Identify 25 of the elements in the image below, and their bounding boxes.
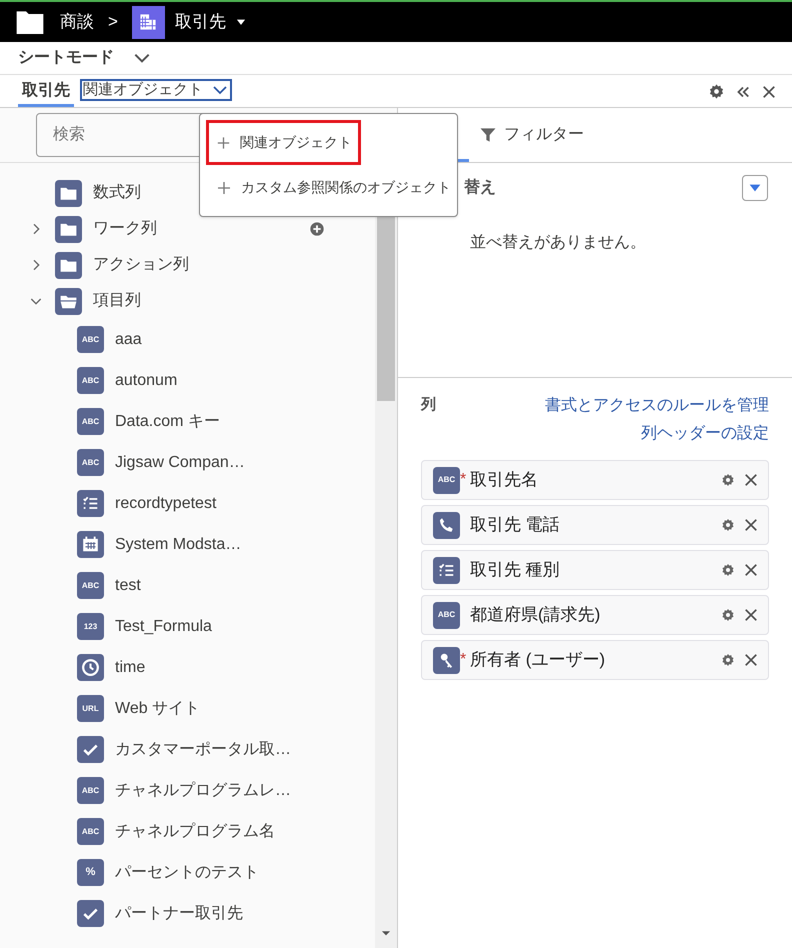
column-name: 取引先 種別 (470, 559, 560, 582)
column-name: 取引先 電話 (470, 514, 560, 536)
page-title: 取引先 (174, 11, 226, 34)
mode-label: シートモード (18, 48, 114, 68)
section-heading: 列 (421, 395, 436, 415)
field-type-icon: ABC (77, 367, 104, 394)
field-type-icon: ABC (77, 449, 104, 476)
field-type-icon: ABC (77, 408, 104, 435)
breadcrumb-separator: > (108, 11, 118, 34)
field-type-icon: ABC (77, 818, 104, 845)
field-type-icon: 123 (77, 613, 104, 640)
column-name: 都道府県(請求先) (470, 604, 600, 626)
required-mark: * (460, 472, 468, 488)
field-type-icon: ABC (77, 326, 104, 353)
field-type-icon: % (77, 859, 104, 886)
column-name: 取引先名 (470, 469, 538, 492)
field-type-icon: URL (77, 695, 104, 722)
field-type-icon: ABC (433, 466, 460, 494)
field-type-icon: ABC (77, 572, 104, 599)
field-type-icon: ABC (433, 602, 460, 628)
empty-message: 並べ替えがありません。 (469, 232, 647, 253)
column-name: 所有者 (ユーザー) (470, 649, 606, 672)
required-mark: * (460, 652, 468, 668)
field-type-icon: ABC (77, 777, 104, 804)
section-heading: 替え (464, 178, 496, 198)
